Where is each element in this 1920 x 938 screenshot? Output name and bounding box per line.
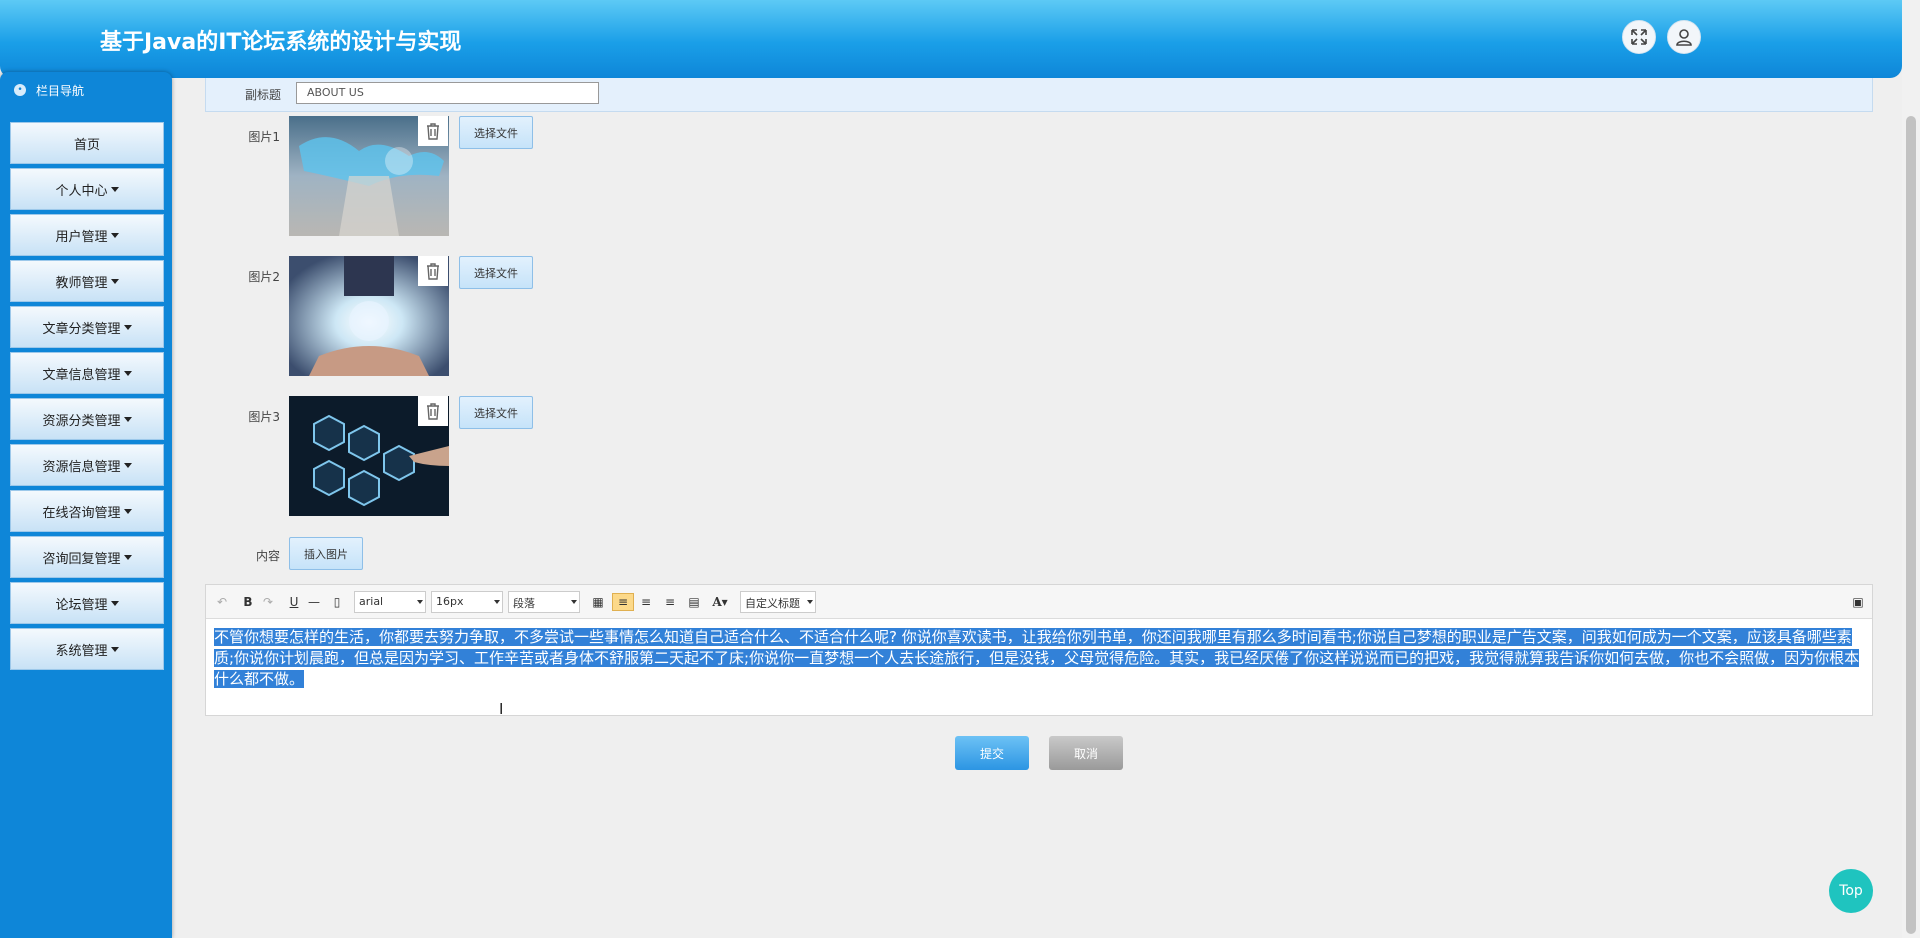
sidebar-item-label: 用户管理 <box>55 229 108 245</box>
caret-down-icon <box>123 370 132 376</box>
caret-down-icon <box>123 554 132 560</box>
delete-image2-button[interactable] <box>418 256 448 286</box>
user-icon <box>1676 29 1692 46</box>
app-header: 基于Java的IT论坛系统的设计与实现 <box>0 0 1902 78</box>
caret-down-icon <box>110 232 119 238</box>
caret-down-icon <box>110 600 119 606</box>
sidebar-item-users[interactable]: 用户管理 <box>10 214 164 256</box>
caret-down-icon <box>123 462 132 468</box>
sidebar-item-resource-categories[interactable]: 资源分类管理 <box>10 398 164 440</box>
caret-down-icon <box>110 646 119 652</box>
caret-down-icon <box>123 416 132 422</box>
sidebar-item-label: 教师管理 <box>55 275 108 291</box>
sidebar-item-label: 文章信息管理 <box>42 367 121 383</box>
selected-text: 不管你想要怎样的生活，你都要去努力争取，不多尝试一些事情怎么知道自己适合什么、不… <box>214 628 1860 688</box>
font-color-icon[interactable]: A▾ <box>708 593 732 611</box>
sidebar-item-system[interactable]: 系统管理 <box>10 628 164 670</box>
sidebar-item-label: 咨询回复管理 <box>42 551 121 567</box>
trash-icon <box>427 403 439 420</box>
subtitle-row: 副标题 ABOUT US <box>205 78 1873 112</box>
sidebar-item-label: 系统管理 <box>55 643 108 659</box>
redo-icon[interactable]: ↷ <box>260 593 276 611</box>
subtitle-input[interactable]: ABOUT US <box>296 82 599 104</box>
choose-file-button-1[interactable]: 选择文件 <box>459 116 533 149</box>
sidebar-item-replies[interactable]: 咨询回复管理 <box>10 536 164 578</box>
sidebar-item-personal[interactable]: 个人中心 <box>10 168 164 210</box>
delete-image1-button[interactable] <box>418 116 448 146</box>
delete-image3-button[interactable] <box>418 396 448 426</box>
sidebar: • 栏目导航 首页 个人中心 用户管理 教师管理 文章分类管理 文章信息管理 资… <box>0 72 172 938</box>
user-button[interactable] <box>1667 20 1701 54</box>
caret-down-icon <box>110 186 119 192</box>
scrollbar-thumb[interactable] <box>1906 116 1916 934</box>
font-size-select[interactable]: 16px <box>431 591 503 613</box>
trash-icon <box>427 263 439 280</box>
document-icon[interactable]: ▯ <box>330 593 344 611</box>
align-justify-icon[interactable]: ▤ <box>686 593 702 611</box>
image2-label: 图片2 <box>248 270 280 284</box>
bold-button[interactable]: B <box>240 593 256 611</box>
sidebar-item-teachers[interactable]: 教师管理 <box>10 260 164 302</box>
font-family-select[interactable]: arial <box>354 591 426 613</box>
table-icon[interactable]: ▦ <box>590 593 606 611</box>
sidebar-item-label: 在线咨询管理 <box>42 505 121 521</box>
sidebar-item-resources[interactable]: 资源信息管理 <box>10 444 164 486</box>
subtitle-label: 副标题 <box>244 88 281 102</box>
caret-down-icon <box>110 278 119 284</box>
trash-icon <box>427 123 439 140</box>
horizontal-rule-icon[interactable]: — <box>306 593 322 611</box>
editor-toolbar: ↶ B ↷ U — ▯ arial 16px 段落 ▦ ≡ ≡ ≡ ▤ A▾ 自… <box>206 585 1872 619</box>
sidebar-item-home[interactable]: 首页 <box>10 122 164 164</box>
submit-button[interactable]: 提交 <box>955 736 1029 770</box>
align-left-icon[interactable]: ≡ <box>612 593 634 611</box>
nav-dot-icon: • <box>14 84 26 96</box>
expand-icon <box>1631 29 1647 45</box>
underline-button[interactable]: U <box>286 593 302 611</box>
image3-label: 图片3 <box>248 410 280 424</box>
cancel-button[interactable]: 取消 <box>1049 736 1123 770</box>
paragraph-select[interactable]: 段落 <box>508 591 580 613</box>
fullscreen-button[interactable] <box>1622 20 1656 54</box>
image1-label: 图片1 <box>248 130 280 144</box>
rich-text-editor[interactable]: ↶ B ↷ U — ▯ arial 16px 段落 ▦ ≡ ≡ ≡ ▤ A▾ 自… <box>205 584 1873 716</box>
text-cursor-icon: I <box>499 700 504 718</box>
back-to-top-button[interactable]: Top <box>1829 869 1873 913</box>
editor-content[interactable]: 不管你想要怎样的生活，你都要去努力争取，不多尝试一些事情怎么知道自己适合什么、不… <box>214 627 1864 690</box>
sidebar-item-label: 论坛管理 <box>55 597 108 613</box>
sidebar-item-articles[interactable]: 文章信息管理 <box>10 352 164 394</box>
source-code-icon[interactable]: ▣ <box>1850 593 1866 611</box>
sidebar-item-forum[interactable]: 论坛管理 <box>10 582 164 624</box>
sidebar-item-article-categories[interactable]: 文章分类管理 <box>10 306 164 348</box>
undo-icon[interactable]: ↶ <box>214 593 230 611</box>
choose-file-button-3[interactable]: 选择文件 <box>459 396 533 429</box>
app-title: 基于Java的IT论坛系统的设计与实现 <box>100 30 462 55</box>
insert-image-button[interactable]: 插入图片 <box>289 537 363 570</box>
caret-down-icon <box>123 324 132 330</box>
sidebar-item-label: 资源信息管理 <box>42 459 121 475</box>
sidebar-title: 栏目导航 <box>36 83 85 98</box>
align-center-icon[interactable]: ≡ <box>662 593 678 611</box>
choose-file-button-2[interactable]: 选择文件 <box>459 256 533 289</box>
sidebar-item-label: 首页 <box>73 137 100 153</box>
sidebar-item-label: 个人中心 <box>55 183 108 199</box>
content-label: 内容 <box>255 549 280 563</box>
caret-down-icon <box>123 508 132 514</box>
sidebar-item-label: 文章分类管理 <box>42 321 121 337</box>
custom-title-select[interactable]: 自定义标题 <box>740 591 816 613</box>
sidebar-header: • 栏目导航 <box>0 72 172 108</box>
align-right-icon[interactable]: ≡ <box>638 593 654 611</box>
sidebar-item-consulting[interactable]: 在线咨询管理 <box>10 490 164 532</box>
sidebar-item-label: 资源分类管理 <box>42 413 121 429</box>
